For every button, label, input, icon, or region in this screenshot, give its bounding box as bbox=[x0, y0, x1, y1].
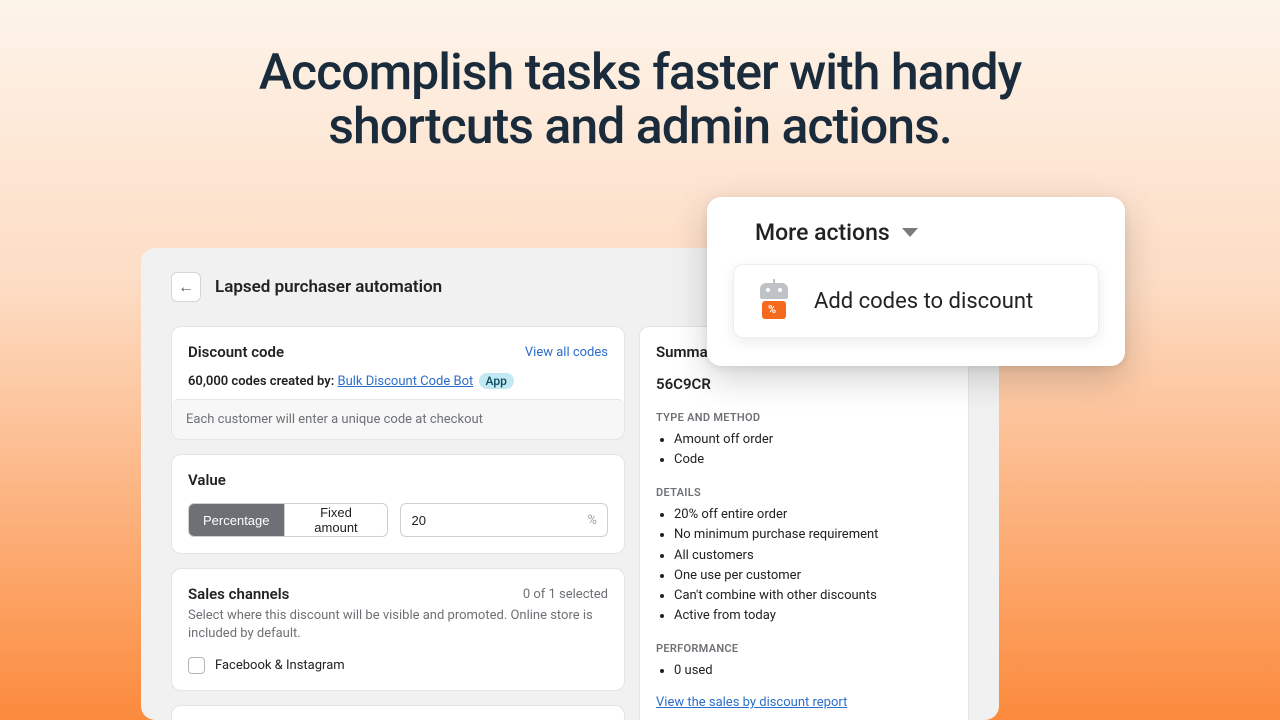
summary-code: 56C9CR bbox=[656, 375, 952, 393]
list-item: Can't combine with other discounts bbox=[674, 586, 952, 606]
add-codes-label: Add codes to discount bbox=[814, 289, 1033, 314]
performance-list: 0 used bbox=[656, 661, 952, 681]
facebook-instagram-label: Facebook & Instagram bbox=[215, 658, 345, 673]
list-item: 0 used bbox=[674, 661, 952, 681]
page-title: Lapsed purchaser automation bbox=[215, 277, 442, 297]
back-button[interactable]: ← bbox=[171, 272, 201, 302]
value-title: Value bbox=[188, 471, 608, 489]
discount-bot-icon bbox=[756, 283, 792, 319]
value-card: Value Percentage Fixed amount % bbox=[171, 454, 625, 554]
app-badge: App bbox=[479, 373, 514, 389]
chevron-down-icon bbox=[902, 228, 918, 237]
more-actions-label: More actions bbox=[755, 219, 890, 246]
discount-code-card: Discount code View all codes 60,000 code… bbox=[171, 326, 625, 440]
list-item: Code bbox=[674, 450, 952, 470]
sales-channels-card: Sales channels 0 of 1 selected Select wh… bbox=[171, 568, 625, 691]
arrow-left-icon: ← bbox=[178, 277, 194, 297]
type-method-label: TYPE AND METHOD bbox=[656, 411, 952, 424]
value-input-wrapper: % bbox=[400, 503, 608, 537]
details-list: 20% off entire order No minimum purchase… bbox=[656, 505, 952, 626]
marketing-headline: Accomplish tasks faster with handy short… bbox=[0, 0, 1280, 154]
percent-suffix: % bbox=[587, 513, 597, 528]
sales-help-text: Select where this discount will be visib… bbox=[188, 607, 608, 643]
facebook-instagram-checkbox[interactable] bbox=[188, 657, 205, 674]
list-item: Active from today bbox=[674, 606, 952, 626]
list-item: One use per customer bbox=[674, 566, 952, 586]
sales-report-link[interactable]: View the sales by discount report bbox=[656, 695, 847, 710]
summary-card: Summary 56C9CR TYPE AND METHOD Amount of… bbox=[639, 326, 969, 720]
headline-line-2: shortcuts and admin actions. bbox=[328, 98, 952, 156]
headline-line-1: Accomplish tasks faster with handy bbox=[259, 44, 1021, 102]
discount-code-title: Discount code bbox=[188, 343, 284, 361]
performance-label: PERFORMANCE bbox=[656, 642, 952, 655]
type-method-list: Amount off order Code bbox=[656, 430, 952, 470]
list-item: All customers bbox=[674, 546, 952, 566]
more-actions-popover: More actions Add codes to discount bbox=[707, 197, 1125, 366]
details-label: DETAILS bbox=[656, 486, 952, 499]
add-codes-action[interactable]: Add codes to discount bbox=[733, 264, 1099, 338]
creator-app-link[interactable]: Bulk Discount Code Bot bbox=[337, 374, 473, 389]
percentage-button[interactable]: Percentage bbox=[189, 504, 284, 536]
codes-created-line: 60,000 codes created by: Bulk Discount C… bbox=[188, 373, 608, 389]
more-actions-trigger[interactable]: More actions bbox=[755, 219, 1099, 246]
fixed-amount-button[interactable]: Fixed amount bbox=[284, 504, 388, 536]
sales-channel-option[interactable]: Facebook & Instagram bbox=[188, 657, 608, 674]
sales-selected-count: 0 of 1 selected bbox=[523, 587, 608, 602]
list-item: 20% off entire order bbox=[674, 505, 952, 525]
value-input[interactable] bbox=[411, 513, 587, 528]
list-item: Amount off order bbox=[674, 430, 952, 450]
codes-count-text: 60,000 codes created by: bbox=[188, 374, 334, 389]
discount-code-note: Each customer will enter a unique code a… bbox=[172, 399, 624, 439]
sales-channels-title: Sales channels bbox=[188, 585, 289, 603]
view-all-codes-link[interactable]: View all codes bbox=[525, 345, 608, 360]
minimum-purchase-card: Minimum purchase requirements bbox=[171, 705, 625, 720]
value-type-segmented: Percentage Fixed amount bbox=[188, 503, 388, 537]
list-item: No minimum purchase requirement bbox=[674, 525, 952, 545]
